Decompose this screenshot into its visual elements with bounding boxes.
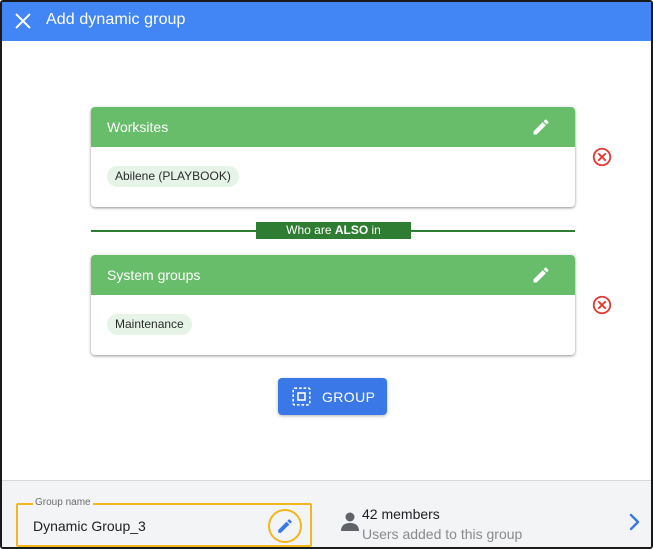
group-name-field[interactable]: Group name Dynamic Group_3	[16, 497, 312, 547]
group-button-label: GROUP	[322, 389, 376, 405]
divider-prefix: Who are	[286, 223, 335, 237]
pencil-icon	[278, 519, 292, 533]
card-title: System groups	[107, 267, 201, 283]
chevron-right-icon[interactable]	[627, 512, 643, 532]
dialog-footer: Group name Dynamic Group_3 42 members Us…	[2, 480, 651, 547]
criteria-card-worksites: Worksites Abilene (PLAYBOOK)	[91, 107, 575, 207]
criteria-chip: Abilene (PLAYBOOK)	[107, 166, 239, 187]
group-name-edit-button[interactable]	[268, 509, 302, 543]
person-icon	[341, 512, 359, 531]
members-count: 42 members	[362, 506, 440, 522]
divider-label: Who are ALSO in	[256, 222, 411, 239]
group-name-value[interactable]: Dynamic Group_3	[33, 518, 146, 534]
group-name-label: Group name	[33, 497, 93, 508]
criteria-card-system-groups: System groups Maintenance	[91, 255, 575, 355]
card-header: System groups	[91, 255, 575, 295]
card-title: Worksites	[107, 119, 169, 135]
card-header: Worksites	[91, 107, 575, 147]
pencil-icon[interactable]	[531, 265, 551, 285]
dialog-header: Add dynamic group	[2, 2, 651, 41]
divider-emphasis: ALSO	[334, 223, 369, 237]
criteria-chip: Maintenance	[107, 314, 192, 335]
remove-circle-icon[interactable]	[591, 146, 613, 168]
divider-suffix: in	[368, 223, 381, 237]
dialog: Add dynamic group Worksites Abilene (PLA…	[0, 0, 653, 549]
group-selection-icon	[292, 387, 311, 406]
pencil-icon[interactable]	[531, 117, 551, 137]
close-icon[interactable]	[12, 10, 34, 32]
members-subtitle: Users added to this group	[362, 526, 523, 542]
group-button[interactable]: GROUP	[278, 378, 387, 415]
remove-circle-icon[interactable]	[591, 294, 613, 316]
dialog-title: Add dynamic group	[46, 11, 186, 28]
